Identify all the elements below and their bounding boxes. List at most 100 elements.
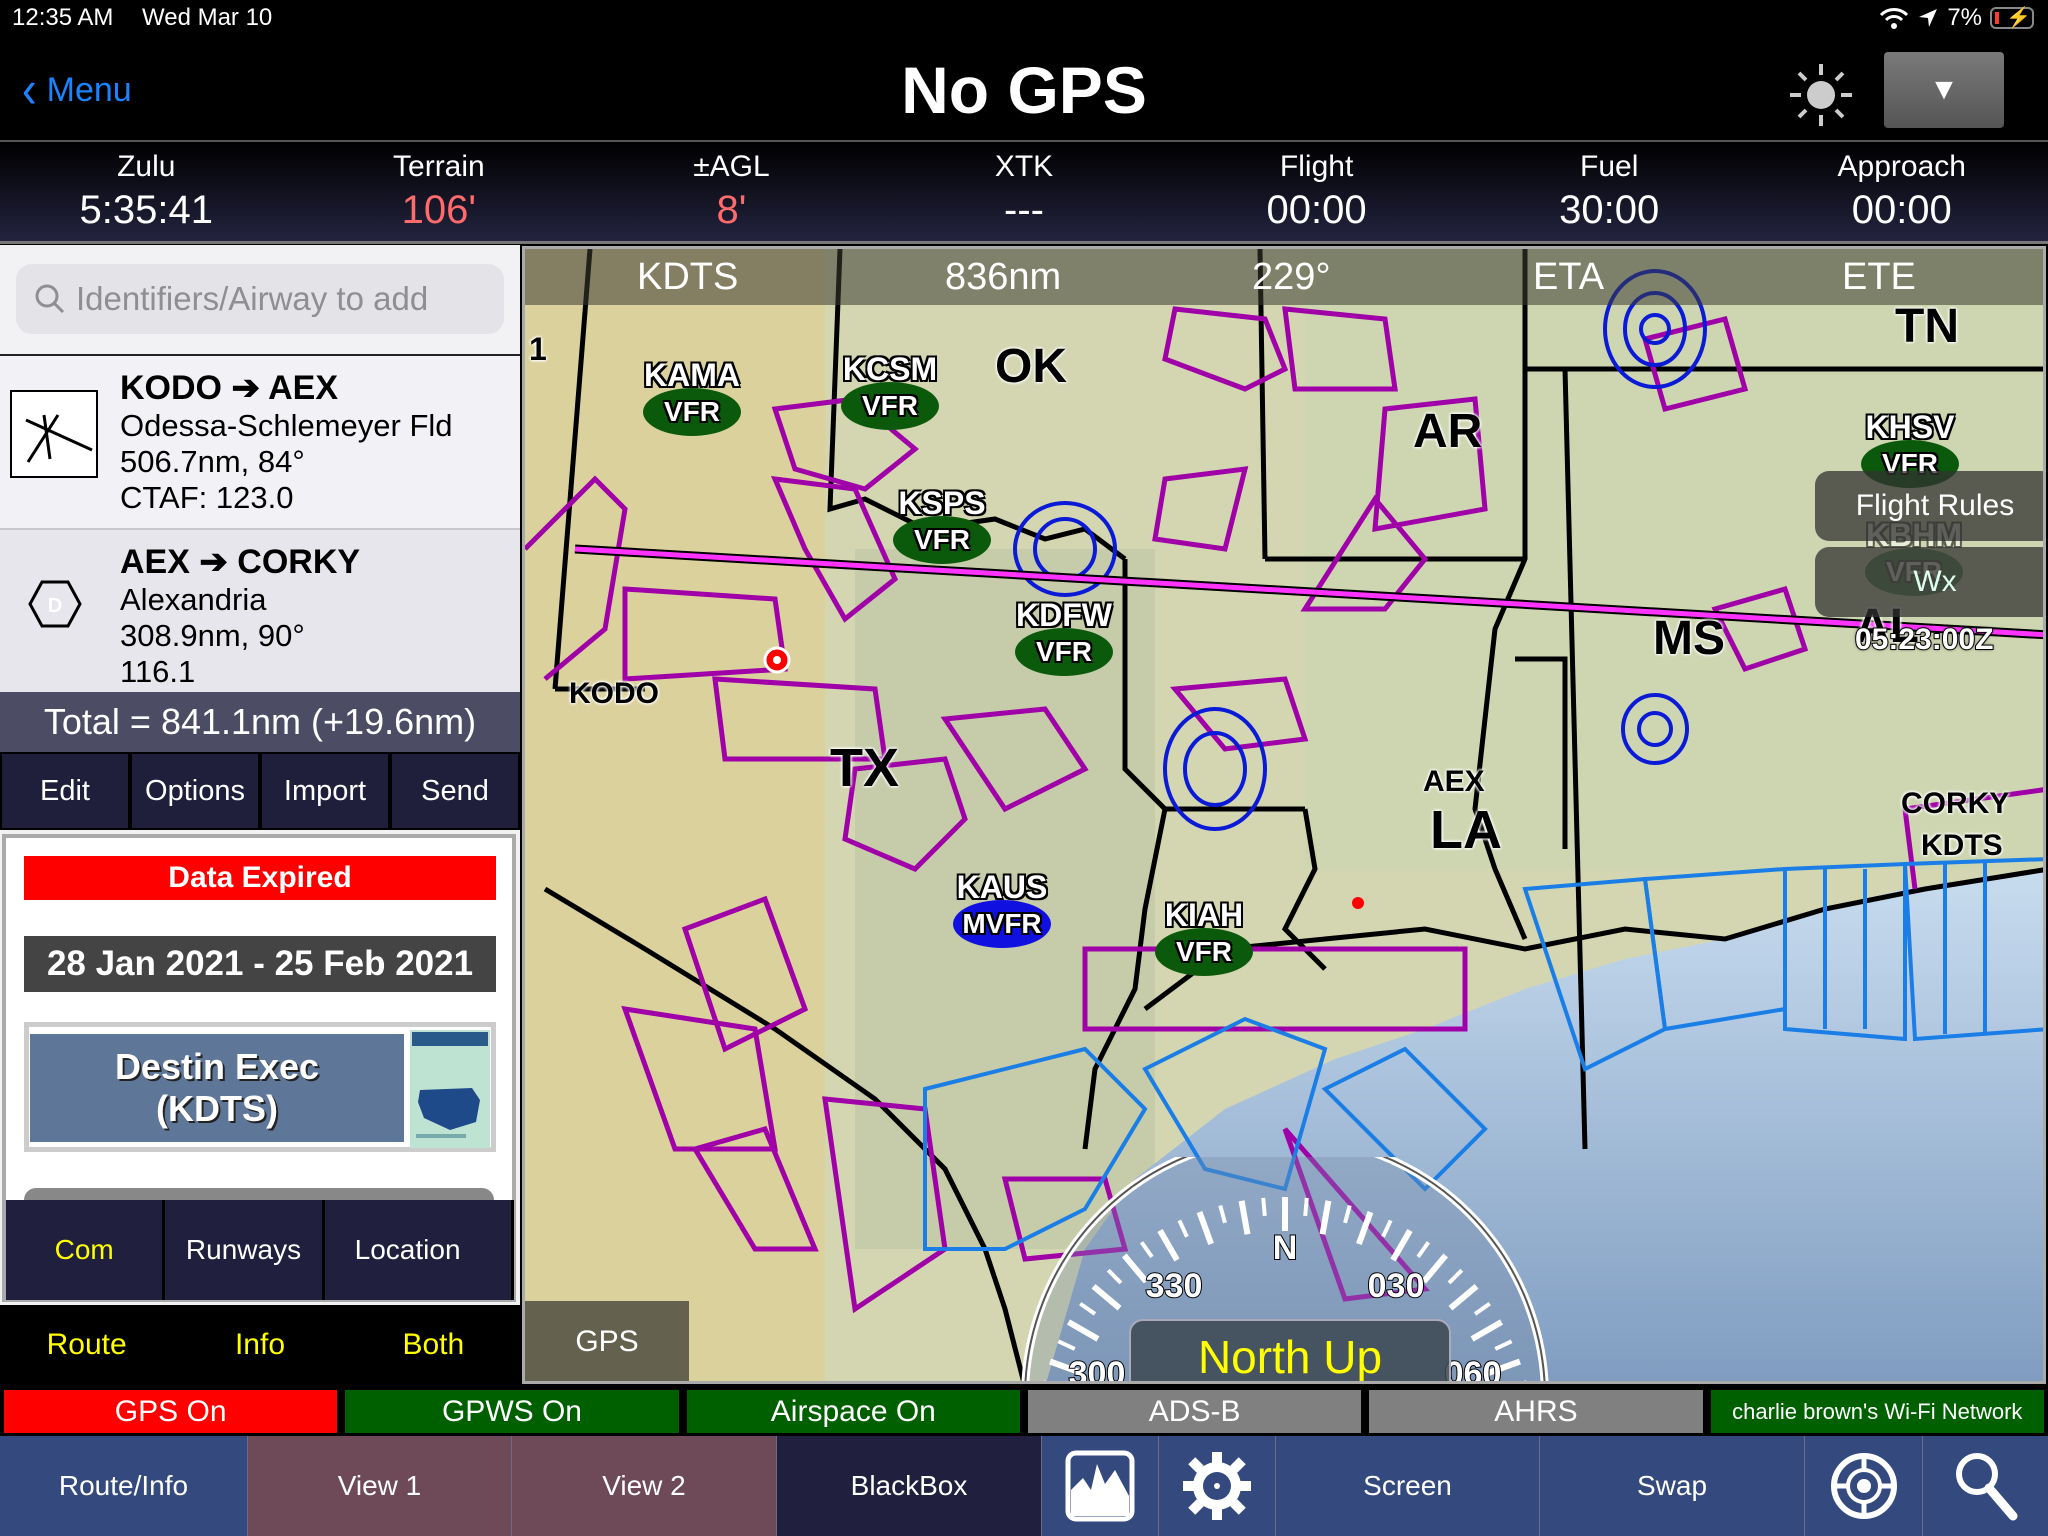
airport-kdfw[interactable]: KDFW VFR (1015, 597, 1113, 676)
view1-button[interactable]: View 1 (248, 1436, 512, 1536)
options-button[interactable]: Options (132, 754, 258, 828)
state-label-la: LA (1430, 800, 1502, 860)
magnifier-icon (1955, 1453, 2017, 1521)
position-dot (1352, 897, 1364, 909)
view-mode-info[interactable]: Info (173, 1305, 346, 1385)
search-icon (35, 284, 65, 314)
state-label-tn: TN (1895, 300, 1959, 353)
info-agl[interactable]: ±AGL 8' (585, 142, 878, 241)
info-zulu[interactable]: Zulu 5:35:41 (0, 142, 293, 241)
view-mode-both[interactable]: Both (347, 1305, 520, 1385)
info-value: 8' (716, 188, 747, 232)
leg-name: Odessa-Schlemeyer Fld (120, 408, 453, 443)
info-terrain[interactable]: Terrain 106' (293, 142, 586, 241)
airport-kama[interactable]: KAMA VFR (643, 357, 741, 436)
tab-location[interactable]: Location (324, 1200, 511, 1300)
mountain-image-icon (1065, 1450, 1135, 1522)
info-label: ±AGL (693, 150, 770, 183)
info-label: Fuel (1580, 150, 1639, 183)
waypoint-corky[interactable]: CORKY (1901, 787, 2009, 821)
import-button[interactable]: Import (262, 754, 388, 828)
flight-rules-button[interactable]: Flight Rules (1815, 471, 2043, 541)
blackbox-button[interactable]: BlackBox (777, 1436, 1042, 1536)
svg-text:D: D (48, 595, 62, 617)
airport-kcsm[interactable]: KCSM VFR (841, 351, 939, 430)
dropdown-button[interactable]: ▼ (1884, 52, 2004, 128)
bottom-toolbar: Route/Info View 1 View 2 BlackBox Screen… (0, 1436, 2048, 1536)
screen-button[interactable]: Screen (1276, 1436, 1540, 1536)
crosshair-target-icon (1830, 1453, 1897, 1519)
page-title: No GPS (901, 53, 1147, 127)
tab-runways[interactable]: Runways (165, 1200, 322, 1300)
map-header: KDTS 836nm 229° ETA ETE (525, 249, 2043, 305)
gps-toggle[interactable]: GPS On (2, 1388, 340, 1435)
search-button[interactable] (1923, 1436, 2048, 1536)
status-time: 12:35 AM (12, 4, 114, 31)
info-value: 5:35:41 (79, 188, 214, 232)
airport-kaus[interactable]: KAUS MVFR (953, 869, 1051, 948)
send-button[interactable]: Send (392, 754, 518, 828)
info-label: XTK (994, 150, 1054, 183)
search-placeholder: Identifiers/Airway to add (76, 280, 429, 317)
adsb-toggle[interactable]: ADS-B (1025, 1388, 1364, 1435)
flight-rules-badge: MVFR (953, 900, 1051, 948)
state-label-ms: MS (1653, 612, 1725, 665)
north-up-button[interactable]: North Up (1129, 1319, 1451, 1381)
leg-frequency: CTAF: 123.0 (120, 480, 294, 515)
center-position-button[interactable] (1805, 1436, 1923, 1536)
gps-button[interactable]: GPS (525, 1301, 689, 1381)
data-expired-banner: Data Expired (24, 856, 496, 900)
airport-kiah[interactable]: KIAH VFR (1155, 897, 1253, 976)
info-approach[interactable]: Approach 00:00 (1755, 142, 2048, 241)
info-flight[interactable]: Flight 00:00 (1170, 142, 1463, 241)
wx-timestamp: 05:23:00Z (1854, 622, 1994, 657)
info-value: 106' (401, 188, 477, 232)
route-leg-item[interactable]: D AEX ➔ CORKY Alexandria 308.9nm, 90° 11… (0, 528, 520, 692)
info-xtk[interactable]: XTK --- (878, 142, 1171, 241)
location-arrow-icon (1919, 9, 1938, 27)
airport-runway-icon (10, 390, 98, 478)
data-date-range: 28 Jan 2021 - 25 Feb 2021 (24, 936, 496, 992)
edit-button[interactable]: Edit (2, 754, 128, 828)
waypoint-kdts[interactable]: KDTS (1921, 829, 2003, 863)
route-info-button[interactable]: Route/Info (0, 1436, 248, 1536)
flight-rules-badge: VFR (643, 388, 741, 436)
waypoint-kodo[interactable]: KODO (569, 677, 659, 711)
gpws-toggle[interactable]: GPWS On (343, 1388, 681, 1435)
state-label-ok: OK (995, 340, 1067, 393)
map-layers-button[interactable] (1042, 1436, 1159, 1536)
map-eta: ETA (1533, 256, 1605, 298)
identifier-search-input[interactable]: Identifiers/Airway to add (16, 264, 504, 334)
swap-button[interactable]: Swap (1540, 1436, 1805, 1536)
route-leg-item[interactable]: KODO ➔ AEX Odessa-Schlemeyer Fld 506.7nm… (0, 356, 520, 528)
chart-thumbnail[interactable] (410, 1030, 490, 1148)
info-fuel[interactable]: Fuel 30:00 (1463, 142, 1756, 241)
info-value: 00:00 (1266, 188, 1367, 232)
leg-frequency: 116.1 (120, 654, 196, 689)
leg-name: Alexandria (120, 582, 267, 617)
sectional-map[interactable]: KDTS 836nm 229° ETA ETE 1 OK AR TN TX LA… (522, 246, 2046, 1384)
wifi-icon (1880, 8, 1909, 29)
airspace-toggle[interactable]: Airspace On (684, 1388, 1022, 1435)
waypoint-aex[interactable]: AEX (1423, 765, 1485, 799)
wifi-network-toggle[interactable]: charlie brown's Wi-Fi Network (1708, 1388, 2046, 1435)
view-mode-route[interactable]: Route (0, 1305, 173, 1385)
ahrs-toggle[interactable]: AHRS (1367, 1388, 1705, 1435)
wx-button[interactable]: Wx (1815, 547, 2043, 617)
compass-label-n: N (1273, 1229, 1298, 1267)
info-label: Zulu (117, 150, 176, 183)
tab-com[interactable]: Com (6, 1200, 163, 1300)
flight-rules-badge: VFR (1015, 628, 1113, 676)
brightness-sun-icon[interactable] (1788, 62, 1854, 128)
battery-percent: 7% (1947, 4, 1982, 31)
airport-ksps[interactable]: KSPS VFR (893, 485, 991, 564)
leg-title: KODO ➔ AEX (120, 369, 339, 407)
settings-button[interactable] (1159, 1436, 1276, 1536)
state-label-ar: AR (1413, 405, 1483, 458)
flight-rules-badge: VFR (841, 382, 939, 430)
leg-title: AEX ➔ CORKY (120, 543, 361, 581)
map-dest: KDTS (637, 256, 739, 298)
info-tabs: Com Runways Location (6, 1200, 514, 1300)
view2-button[interactable]: View 2 (512, 1436, 777, 1536)
airport-chart-button[interactable]: Destin Exec (KDTS) (30, 1034, 404, 1142)
